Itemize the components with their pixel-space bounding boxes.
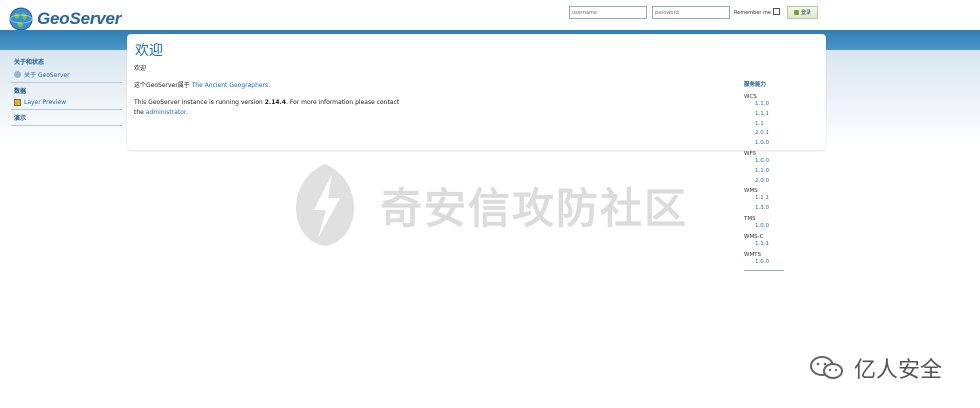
contact-suffix: . bbox=[185, 109, 188, 116]
version-number: 2.14.4 bbox=[264, 99, 287, 106]
info-icon bbox=[14, 71, 21, 78]
capability-version-link[interactable]: 1.1.1 bbox=[744, 110, 784, 120]
intro-suffix: . bbox=[268, 82, 271, 89]
intro-text: 这个GeoServer属于 The Ancient Geographers. bbox=[134, 80, 270, 89]
capability-version-link[interactable]: 1.1.0 bbox=[744, 100, 784, 110]
wechat-icon bbox=[810, 356, 843, 379]
capability-version-link[interactable]: 1.0.0 bbox=[744, 258, 784, 268]
sidebar-item-label: 关于 GeoServer bbox=[24, 72, 70, 79]
capability-version-link[interactable]: 2.0.1 bbox=[744, 129, 784, 139]
sidebar-section-data: 数据 Layer Preview bbox=[11, 83, 122, 110]
sidebar-item-layer-preview[interactable]: Layer Preview bbox=[14, 99, 122, 106]
login-icon bbox=[793, 10, 799, 15]
main-panel: 欢迎 欢迎 这个GeoServer属于 The Ancient Geograph… bbox=[127, 34, 826, 150]
capabilities-list: WCS 1.1.0 1.1.1 1.1 2.0.1 1.0.0 WFS 1.0.0 1.1.0 2… bbox=[744, 94, 784, 267]
remember-me-checkbox[interactable] bbox=[773, 7, 780, 15]
organization-link[interactable]: The Ancient Geographers bbox=[192, 82, 269, 89]
header: GeoServer Remember me 登录 bbox=[0, 0, 980, 32]
capability-version-link[interactable]: 1.1 bbox=[744, 120, 784, 130]
intro-prefix: 这个GeoServer属于 bbox=[134, 82, 190, 89]
sidebar-section-about: 关于和状态 关于 GeoServer bbox=[11, 54, 122, 83]
remember-me-label: Remember me bbox=[734, 9, 771, 16]
sidebar-item-about-geoserver[interactable]: 关于 GeoServer bbox=[14, 70, 122, 79]
capability-version-link[interactable]: 1.0.0 bbox=[744, 139, 784, 149]
page-title: 欢迎 bbox=[135, 43, 163, 59]
username-input[interactable] bbox=[569, 6, 647, 19]
password-input[interactable] bbox=[652, 6, 730, 19]
sidebar-section-title: 数据 bbox=[14, 88, 27, 95]
shield-bolt-icon bbox=[296, 164, 354, 246]
sidebar: 关于和状态 关于 GeoServer 数据 Layer Preview 演示 bbox=[11, 54, 122, 126]
brand-text: 亿人安全 bbox=[854, 358, 943, 383]
capability-version-link[interactable]: 1.0.0 bbox=[744, 222, 784, 232]
version-prefix: This GeoServer instance is running versi… bbox=[134, 99, 263, 106]
welcome-text: 欢迎 bbox=[134, 65, 147, 72]
layer-preview-icon bbox=[14, 99, 21, 106]
capability-version-link[interactable]: 1.0.0 bbox=[744, 157, 784, 167]
brand-badge: 亿人安全 bbox=[808, 352, 942, 384]
capability-version-link[interactable]: 1.1.1 bbox=[744, 240, 784, 250]
sidebar-item-label: Layer Preview bbox=[24, 99, 66, 106]
capabilities-title: 服务能力 bbox=[744, 82, 767, 88]
capability-version-link[interactable]: 1.1.0 bbox=[744, 167, 784, 177]
login-form: Remember me 登录 bbox=[569, 6, 818, 19]
sidebar-section-demos[interactable]: 演示 bbox=[11, 110, 122, 126]
version-suffix: . For more information please contact bbox=[286, 99, 400, 106]
capability-version-link[interactable]: 1.1.1 bbox=[744, 194, 784, 204]
capability-version-link[interactable]: 2.0.0 bbox=[744, 177, 784, 187]
capability-version-link[interactable]: 1.3.0 bbox=[744, 204, 784, 214]
login-button[interactable]: 登录 bbox=[787, 6, 818, 19]
login-button-label: 登录 bbox=[800, 10, 811, 16]
globe-logo-icon bbox=[9, 7, 33, 31]
watermark-text: 奇安信攻防社区 bbox=[380, 183, 689, 233]
geoserver-logo[interactable]: GeoServer bbox=[8, 6, 121, 32]
logo-text: GeoServer bbox=[37, 9, 122, 28]
sidebar-section-title: 关于和状态 bbox=[14, 59, 45, 66]
administrator-link[interactable]: administrator bbox=[146, 109, 186, 116]
version-text: This GeoServer instance is running versi… bbox=[134, 98, 404, 118]
geoserver-page: GeoServer Remember me 登录 关于和状态 关于 GeoSer… bbox=[0, 0, 980, 408]
service-capabilities: 服务能力 WCS 1.1.0 1.1.1 1.1 2.0.1 1.0.0 WFS 1.0.0 1… bbox=[744, 80, 784, 272]
contact-prefix: the bbox=[134, 109, 144, 116]
watermark: 奇安信攻防社区 bbox=[290, 160, 688, 250]
sidebar-section-title[interactable]: 演示 bbox=[14, 113, 122, 122]
